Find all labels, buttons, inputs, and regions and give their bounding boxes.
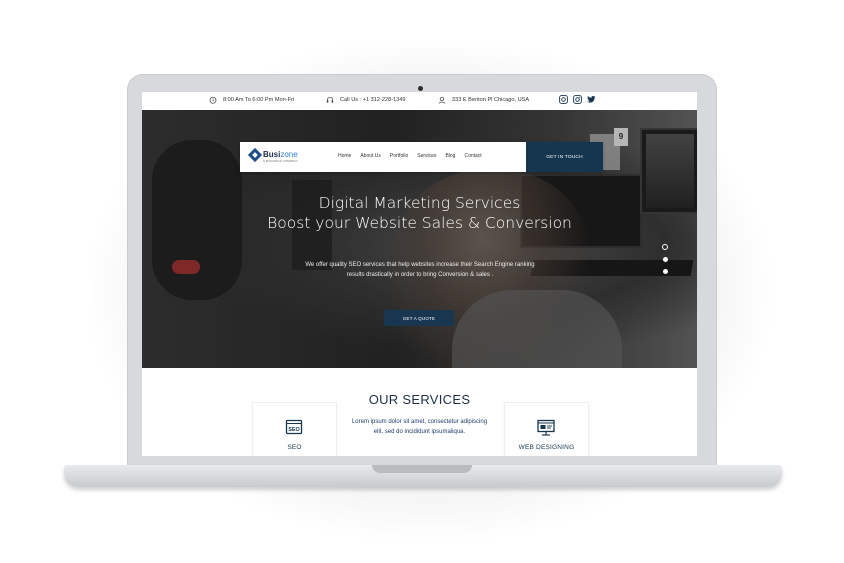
service-label: SEO (287, 444, 302, 451)
services-heading: OUR SERVICES (368, 392, 471, 407)
nav-item-services[interactable]: Services (417, 153, 436, 159)
nav-item-contact[interactable]: Contact (464, 153, 481, 159)
location-icon (438, 96, 446, 104)
hero-title-line1: Digital Marketing Services (318, 194, 521, 212)
nav-menu: Home About Us Portfolio Services Blog Co… (338, 153, 482, 159)
service-card-web-designing[interactable]: WEB DESIGNING (504, 402, 589, 456)
main-navbar: Busizone A BUSINESS COMPANY Home About U… (240, 142, 603, 172)
headset-icon (326, 96, 334, 104)
social-links (559, 95, 596, 104)
nav-item-blog[interactable]: Blog (445, 153, 455, 159)
top-bar: 8:00 Am To 6:00 Pm Mon-Fri Call Us : +1 … (142, 92, 697, 110)
logo-tagline: A BUSINESS COMPANY (263, 159, 298, 163)
laptop-notch (372, 465, 472, 473)
laptop-screen: 8:00 Am To 6:00 Pm Mon-Fri Call Us : +1 … (142, 92, 697, 456)
phone-text[interactable]: Call Us : +1 312-228-1349 (340, 97, 405, 103)
clock-icon (209, 96, 217, 104)
service-label: WEB DESIGNING (518, 444, 575, 451)
hero-description: We offer quality SEO services that help … (305, 262, 535, 278)
nav-item-portfolio[interactable]: Portfolio (390, 153, 408, 159)
opening-hours: 8:00 Am To 6:00 Pm Mon-Fri (209, 96, 294, 104)
logo-light: zone (280, 150, 298, 159)
phone-info: Call Us : +1 312-228-1349 (326, 96, 405, 104)
web-design-icon (536, 419, 556, 437)
service-card-seo[interactable]: SEO SEO (252, 402, 337, 456)
nav-item-home[interactable]: Home (338, 153, 351, 159)
hero-title-line2: Boost your Website Sales & Conversion (267, 214, 572, 232)
instagram-icon[interactable] (559, 95, 568, 104)
address-info: 333 E Benton Pl Chicago, USA (438, 96, 529, 104)
svg-text:SEO: SEO (288, 427, 300, 433)
instagram-icon[interactable] (573, 95, 582, 104)
get-a-quote-button[interactable]: GET A QUOTE (384, 310, 454, 326)
nav-item-about[interactable]: About Us (360, 153, 381, 159)
logo-text: Busizone (263, 151, 298, 159)
hero-slider: 9 Busizone A BUSINESS COMPANY Home About… (142, 110, 697, 368)
seo-icon: SEO (284, 419, 304, 437)
hours-text: 8:00 Am To 6:00 Pm Mon-Fri (223, 97, 295, 103)
twitter-icon[interactable] (587, 95, 596, 104)
get-in-touch-button[interactable]: GET IN TOUCH (526, 142, 603, 172)
webcam (418, 86, 423, 91)
logo-bold: Busi (263, 150, 281, 159)
services-description: Lorem ipsum dolor sit amet, consectetur … (351, 419, 488, 435)
slider-dot-3[interactable] (663, 269, 668, 274)
address-text: 333 E Benton Pl Chicago, USA (452, 97, 530, 103)
slider-dot-2[interactable] (663, 257, 668, 262)
slider-dot-1[interactable] (662, 244, 668, 250)
logo-diamond-icon (247, 147, 263, 163)
